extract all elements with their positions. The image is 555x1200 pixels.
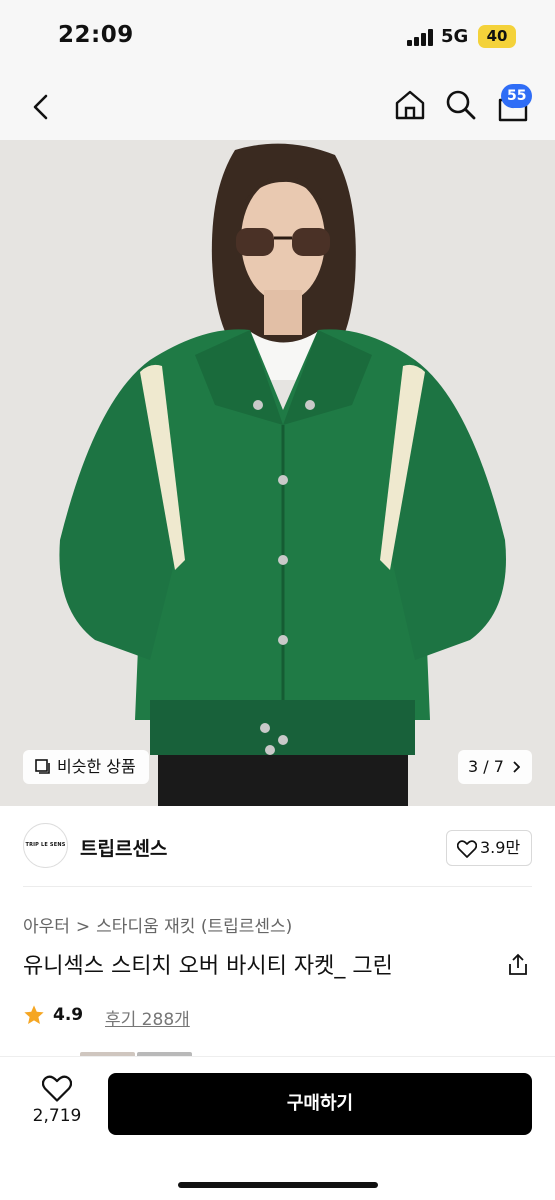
heart-icon [42, 1075, 72, 1102]
back-chevron-left-icon[interactable] [30, 92, 52, 122]
product-image-carousel[interactable] [0, 140, 555, 806]
breadcrumb-separator: > [75, 917, 91, 937]
review-count-link[interactable]: 후기 288개 [105, 1005, 190, 1030]
status-bar: 22:09 5G 40 [0, 0, 555, 74]
similar-products-label: 비슷한 상품 [57, 757, 136, 776]
brand-row[interactable]: TRIP LE SENS 트립르센스 3.9만 [0, 806, 555, 886]
wishlist-count: 2,719 [32, 1106, 82, 1126]
heart-icon [457, 840, 477, 858]
status-time: 22:09 [58, 22, 134, 48]
brand-like-count: 3.9만 [480, 838, 521, 857]
divider [23, 886, 532, 887]
battery-indicator: 40 [478, 25, 516, 48]
bottom-action-bar: 2,719 구매하기 [0, 1056, 555, 1200]
brand-like-button[interactable]: 3.9만 [446, 830, 532, 866]
rating-score: 4.9 [53, 1005, 84, 1025]
nav-bar [0, 74, 555, 140]
star-icon [24, 1005, 44, 1024]
similar-icon [35, 759, 50, 774]
breadcrumb-category[interactable]: 아우터 [23, 917, 70, 937]
breadcrumb-subcategory[interactable]: 스타디움 재킷 (트립르센스) [96, 917, 292, 937]
cart-count-badge: 55 [501, 84, 533, 108]
wishlist-button[interactable]: 2,719 [30, 1075, 84, 1126]
home-indicator [178, 1182, 378, 1188]
similar-products-button[interactable]: 비슷한 상품 [23, 750, 149, 784]
home-icon[interactable] [393, 88, 427, 122]
network-type: 5G [441, 26, 469, 47]
image-page-indicator[interactable]: 3 / 7 [458, 750, 532, 784]
brand-name[interactable]: 트립르센스 [80, 834, 167, 861]
chevron-right-icon [513, 761, 520, 773]
page-indicator-text: 3 / 7 [468, 757, 504, 776]
breadcrumb: 아우터 > 스타디움 재킷 (트립르센스) [23, 912, 292, 937]
brand-logo[interactable]: TRIP LE SENS [23, 823, 68, 868]
buy-button[interactable]: 구매하기 [108, 1073, 532, 1135]
product-photo [0, 140, 555, 806]
product-title: 유니섹스 스티치 오버 바시티 자켓_ 그린 [23, 954, 393, 979]
signal-icon [407, 29, 435, 46]
share-icon[interactable] [507, 953, 529, 977]
search-icon[interactable] [444, 88, 478, 122]
